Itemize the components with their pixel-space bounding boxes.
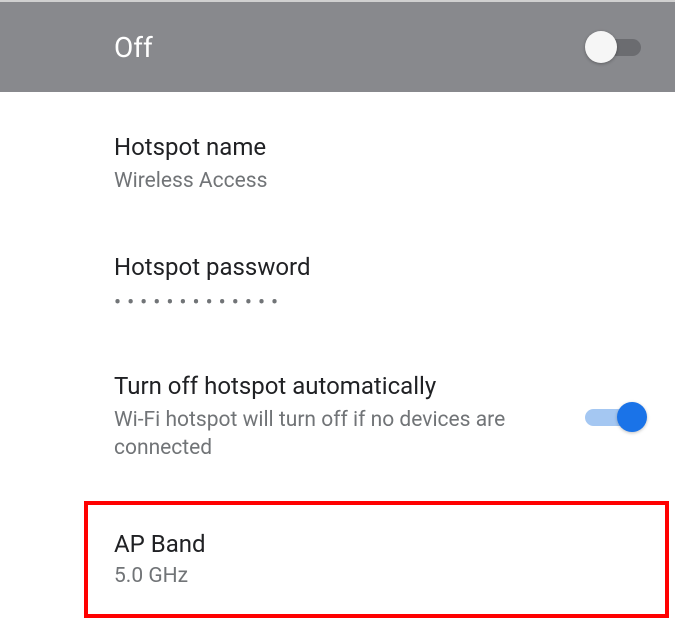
ap-band-title: AP Band [114, 529, 631, 560]
hotspot-status-label: Off [114, 31, 153, 64]
ap-band-setting[interactable]: AP Band 5.0 GHz [84, 501, 669, 618]
hotspot-password-value: ••••••••••••• [114, 291, 621, 315]
auto-off-toggle[interactable] [585, 402, 641, 432]
hotspot-password-setting[interactable]: Hotspot password ••••••••••••• [0, 224, 675, 343]
hotspot-master-toggle-bar[interactable]: Off [0, 2, 675, 92]
hotspot-name-setting[interactable]: Hotspot name Wireless Access [0, 104, 675, 224]
setting-text: Hotspot password ••••••••••••• [114, 252, 641, 315]
settings-list: Hotspot name Wireless Access Hotspot pas… [0, 92, 675, 618]
hotspot-name-title: Hotspot name [114, 132, 621, 163]
hotspot-name-value: Wireless Access [114, 167, 621, 195]
toggle-thumb [585, 31, 617, 63]
auto-off-title: Turn off hotspot automatically [114, 371, 565, 402]
auto-off-setting[interactable]: Turn off hotspot automatically Wi-Fi hot… [0, 343, 675, 491]
hotspot-password-title: Hotspot password [114, 252, 621, 283]
setting-text: Turn off hotspot automatically Wi-Fi hot… [114, 371, 585, 463]
ap-band-value: 5.0 GHz [114, 562, 631, 590]
hotspot-master-toggle[interactable] [585, 31, 641, 63]
toggle-thumb [617, 402, 647, 432]
auto-off-subtitle: Wi-Fi hotspot will turn off if no device… [114, 406, 565, 463]
setting-text: Hotspot name Wireless Access [114, 132, 641, 196]
